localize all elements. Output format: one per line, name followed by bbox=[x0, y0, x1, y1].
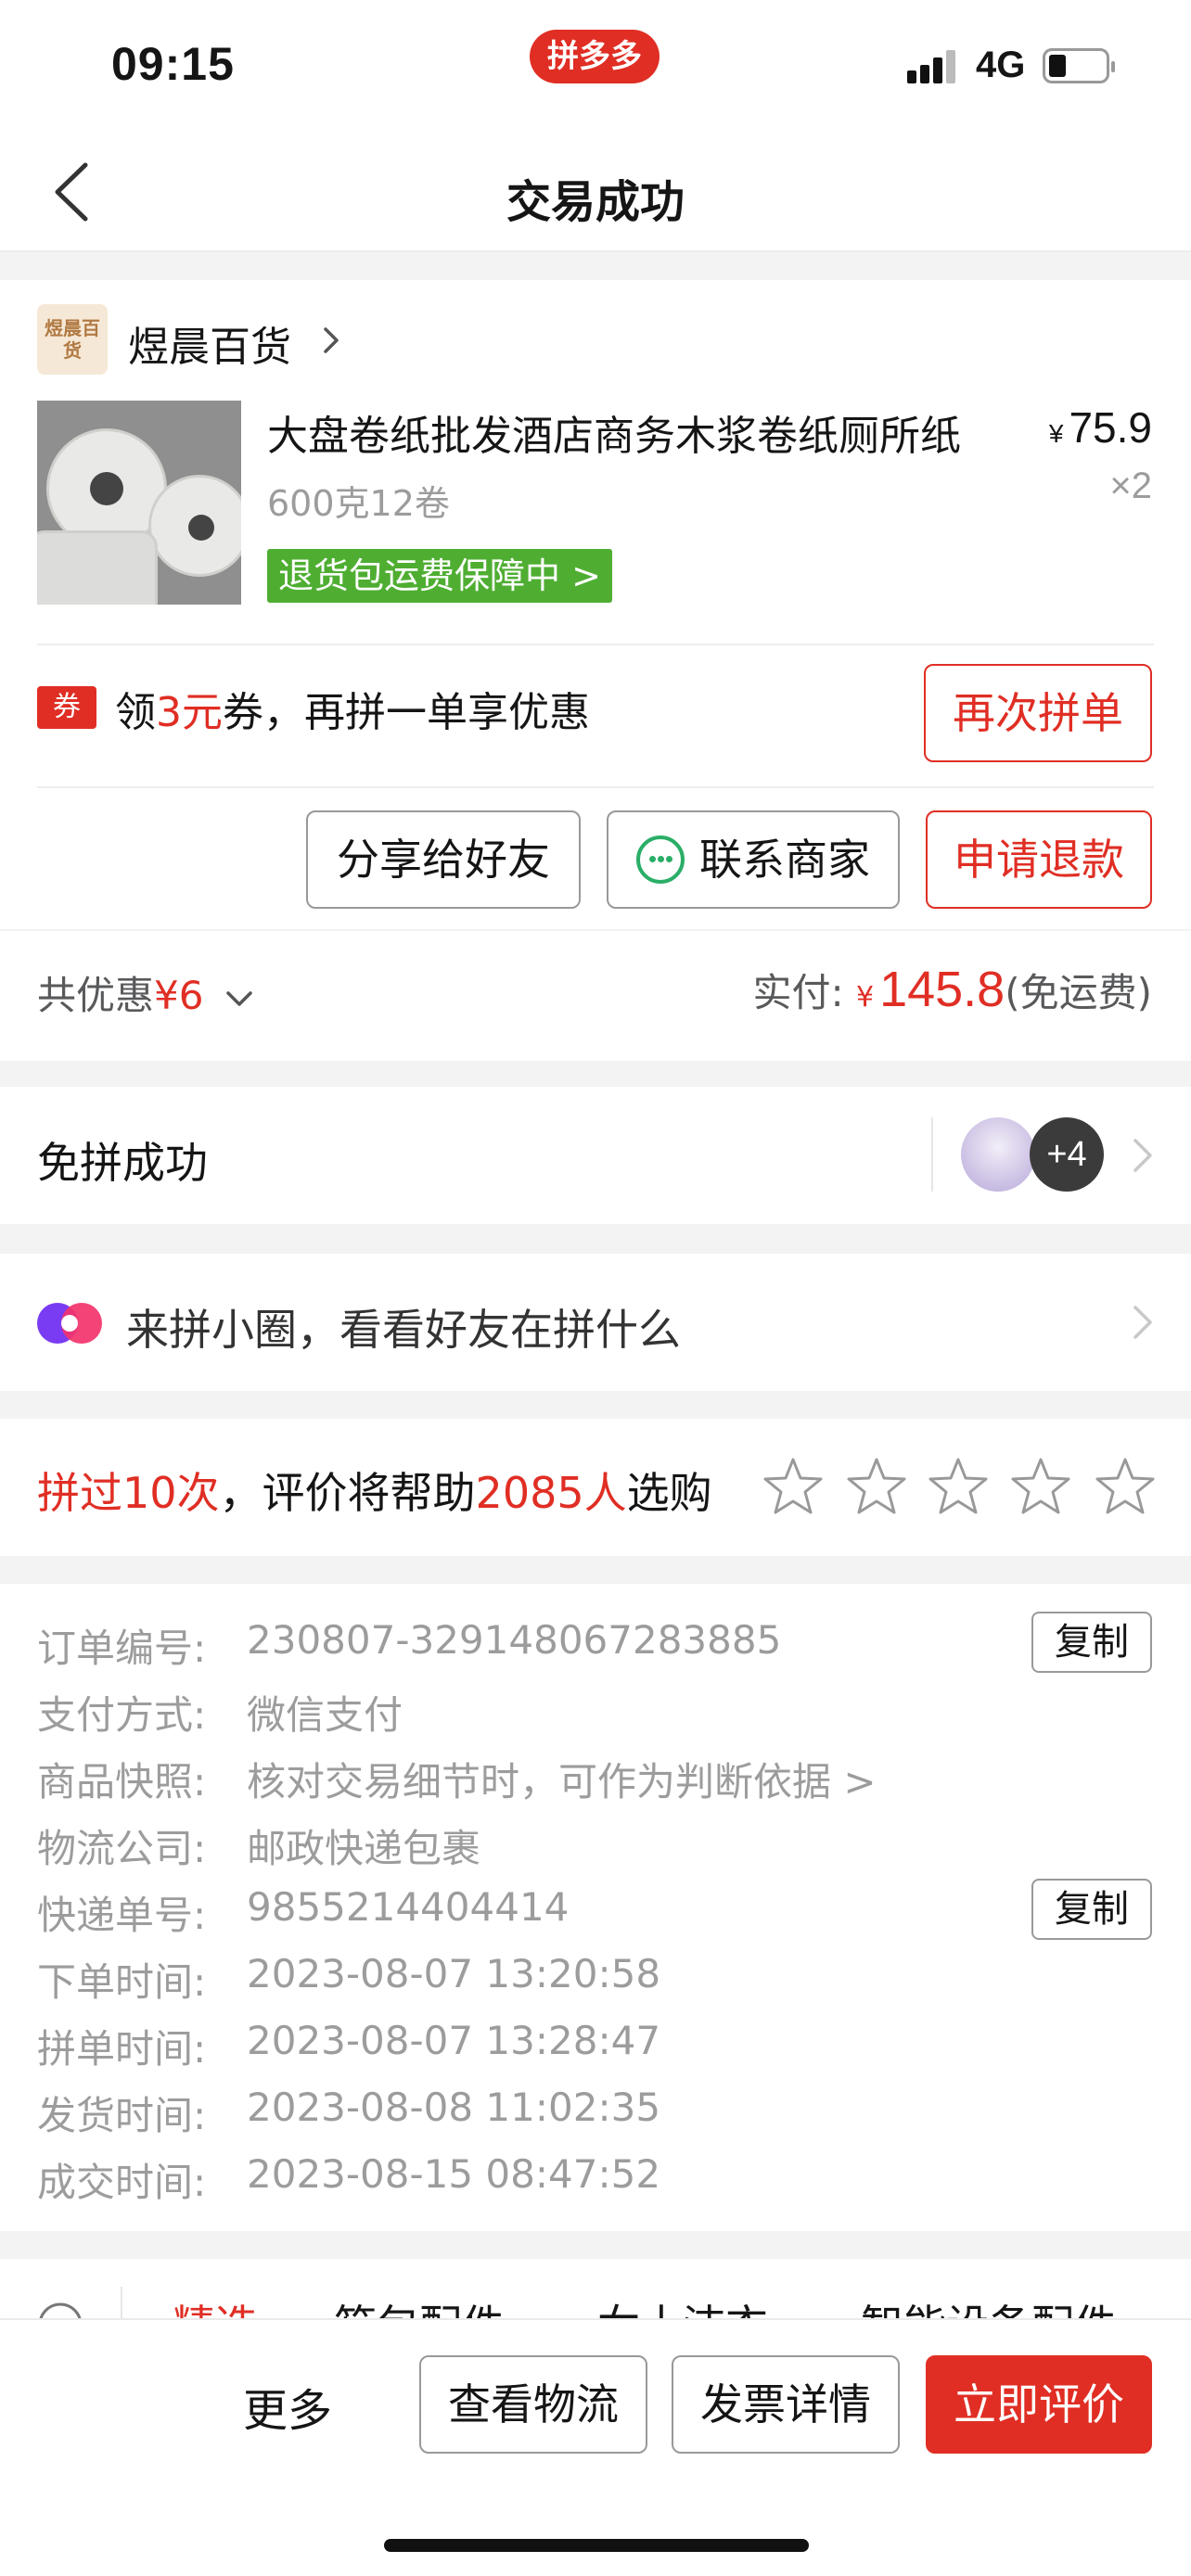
order-time-label: 下单时间: bbox=[37, 1959, 207, 2005]
nav-bar: 交易成功 bbox=[0, 126, 1191, 252]
coupon-suffix: 券，再拼一单享优惠 bbox=[223, 689, 590, 736]
write-review-button[interactable]: 立即评价 bbox=[926, 2355, 1152, 2454]
avatar bbox=[961, 1117, 1035, 1192]
paid-currency: ¥ bbox=[855, 981, 875, 1014]
order-card: 煜晨百货 煜晨百货 大盘卷纸批发酒店商务木浆卷纸厕所纸 600克12卷 退货包运… bbox=[0, 280, 1191, 929]
ship-time-label: 发货时间: bbox=[37, 2093, 207, 2138]
more-button[interactable]: 更多 bbox=[243, 2374, 332, 2439]
review-prompt-text: 拼过10次，评价将帮助2085人选购 bbox=[37, 1460, 712, 1521]
group-status-title: 免拼成功 bbox=[37, 1138, 208, 1188]
paid-amount: 145.8 bbox=[879, 962, 1005, 1017]
invoice-details-button[interactable]: 发票详情 bbox=[672, 2355, 900, 2454]
coupon-tag: 券 bbox=[37, 686, 96, 729]
friend-circle-text: 来拼小圈，看看好友在拼什么 bbox=[126, 1305, 681, 1355]
group-time-label: 拼单时间: bbox=[37, 2026, 207, 2072]
store-name[interactable]: 煜晨百货 bbox=[128, 313, 291, 373]
order-info-card: 订单编号: 230807-329148067283885 复制 支付方式: 微信… bbox=[0, 1584, 1191, 2231]
review-middle: ，评价将帮助 bbox=[219, 1468, 476, 1518]
payment-method-label: 支付方式: bbox=[37, 1692, 207, 1738]
copy-tracking-number-button[interactable]: 复制 bbox=[1031, 1879, 1152, 1940]
discount-amount: ¥6 bbox=[154, 973, 204, 1018]
discount-label: 共优惠 bbox=[37, 973, 155, 1018]
order-number-value: 230807-329148067283885 bbox=[247, 1617, 782, 1663]
app-badge: 拼多多 bbox=[530, 30, 660, 83]
network-label: 4G bbox=[976, 45, 1026, 85]
currency-symbol: ¥ bbox=[1048, 419, 1064, 448]
view-logistics-button[interactable]: 查看物流 bbox=[419, 2355, 647, 2454]
tracking-number-label: 快递单号: bbox=[37, 1893, 207, 1938]
review-suffix: 选购 bbox=[626, 1468, 712, 1518]
product-price: ¥75.9 bbox=[1049, 402, 1152, 453]
chat-icon bbox=[636, 835, 685, 884]
reorder-button[interactable]: 再次拼单 bbox=[924, 664, 1152, 762]
recommend-tabs: 精选 箱包配件 女士洁衣 智能设备配件 bbox=[0, 2259, 1191, 2326]
page-title: 交易成功 bbox=[506, 176, 685, 228]
status-bar: 09:15 拼多多 4G bbox=[0, 0, 1191, 126]
star-icon[interactable] bbox=[928, 1456, 989, 1517]
product-title[interactable]: 大盘卷纸批发酒店商务木浆卷纸厕所纸 bbox=[267, 402, 991, 462]
product-quantity: ×2 bbox=[1109, 465, 1152, 506]
courier-label: 物流公司: bbox=[37, 1826, 207, 1871]
share-button[interactable]: 分享给好友 bbox=[306, 810, 581, 909]
paid-label: 实付: bbox=[752, 970, 844, 1015]
deal-time-value: 2023-08-15 08:47:52 bbox=[247, 2151, 661, 2197]
group-time-value: 2023-08-07 13:28:47 bbox=[247, 2018, 661, 2063]
avatar-more-count: +4 bbox=[1030, 1117, 1104, 1192]
tracking-number-value: 9855214404414 bbox=[247, 1884, 570, 1930]
review-prefix: 拼过10次 bbox=[37, 1468, 220, 1518]
coupon-amount: 3元 bbox=[156, 689, 223, 736]
star-icon[interactable] bbox=[846, 1456, 907, 1517]
deal-time-label: 成交时间: bbox=[37, 2160, 207, 2205]
ship-time-value: 2023-08-08 11:02:35 bbox=[247, 2085, 661, 2130]
guarantee-badge[interactable]: 退货包运费保障中 > bbox=[267, 549, 612, 603]
roll-shape bbox=[148, 475, 241, 577]
status-time: 09:15 bbox=[111, 38, 235, 90]
friend-circle-row[interactable]: 来拼小圈，看看好友在拼什么 bbox=[0, 1254, 1191, 1391]
signal-icon bbox=[907, 50, 963, 83]
order-detail-page: 09:15 拼多多 4G 交易成功 煜晨百货 煜晨百货 大盘卷纸批发酒店商务木浆… bbox=[0, 0, 1191, 2576]
home-indicator bbox=[384, 2539, 809, 2552]
copy-order-number-button[interactable]: 复制 bbox=[1031, 1612, 1152, 1673]
divider bbox=[37, 644, 1154, 645]
coupon-text: 领3元券，再拼一单享优惠 bbox=[115, 679, 590, 738]
store-logo[interactable]: 煜晨百货 bbox=[37, 304, 108, 375]
shipping-note: (免运费) bbox=[1005, 970, 1152, 1015]
refund-button[interactable]: 申请退款 bbox=[926, 810, 1152, 909]
courier-value: 邮政快递包裹 bbox=[247, 1826, 481, 1871]
payment-method-value: 微信支付 bbox=[247, 1692, 403, 1738]
contact-seller-button[interactable]: 联系商家 bbox=[607, 810, 900, 909]
order-time-value: 2023-08-07 13:20:58 bbox=[247, 1951, 661, 1996]
roll-shape bbox=[37, 530, 158, 605]
chevron-right-icon[interactable] bbox=[1132, 1137, 1154, 1174]
product-image[interactable] bbox=[37, 401, 241, 605]
star-icon[interactable] bbox=[762, 1456, 824, 1517]
chevron-right-icon[interactable] bbox=[321, 326, 341, 354]
chevron-right-icon[interactable] bbox=[1132, 1304, 1154, 1341]
coupon-prefix: 领 bbox=[115, 689, 156, 736]
price-value: 75.9 bbox=[1069, 403, 1152, 452]
star-icon[interactable] bbox=[1095, 1456, 1156, 1517]
chevron-down-icon bbox=[226, 990, 252, 1006]
divider bbox=[931, 1117, 933, 1192]
bottom-action-bar: 更多 查看物流 发票详情 立即评价 bbox=[0, 2318, 1191, 2576]
order-number-label: 订单编号: bbox=[37, 1626, 207, 1671]
review-count: 2085人 bbox=[475, 1468, 627, 1518]
discount-summary[interactable]: 共优惠¥6 bbox=[37, 964, 253, 1021]
contact-label: 联系商家 bbox=[699, 835, 870, 885]
star-icon[interactable] bbox=[1010, 1456, 1071, 1517]
paid-summary: 实付: ¥145.8(免运费) bbox=[752, 961, 1152, 1018]
battery-icon bbox=[1043, 48, 1115, 83]
divider bbox=[37, 786, 1154, 788]
snapshot-label: 商品快照: bbox=[37, 1759, 207, 1804]
snapshot-link[interactable]: 核对交易细节时，可作为判断依据 > bbox=[247, 1751, 877, 1807]
friend-circle-logo-icon bbox=[37, 1303, 102, 1344]
product-spec: 600克12卷 bbox=[267, 483, 450, 524]
